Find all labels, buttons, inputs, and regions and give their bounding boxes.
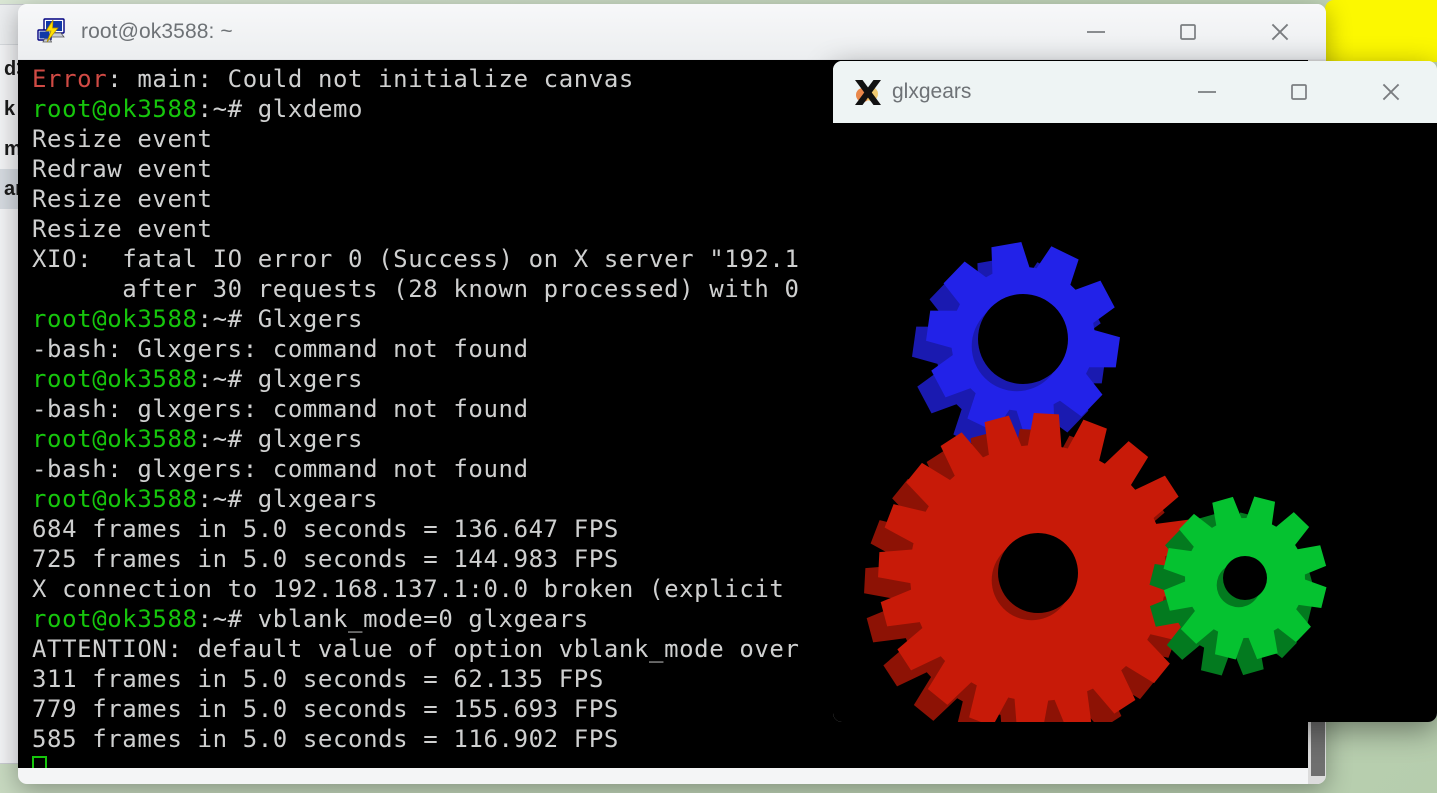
red-gear-hole [998, 533, 1078, 613]
terminal-window-controls [1050, 4, 1326, 59]
yellow-background-panel [1325, 0, 1437, 62]
terminal-line: -bash: glxgers: command not found [32, 394, 800, 424]
glxgears-title: glxgears [892, 80, 971, 104]
terminal-line: XIO: fatal IO error 0 (Success) on X ser… [32, 244, 800, 274]
terminal-text-segment: Error [32, 65, 107, 93]
terminal-cursor [32, 756, 47, 768]
glxgears-window[interactable]: glxgears [833, 61, 1437, 722]
glxgears-render-canvas[interactable] [833, 123, 1437, 722]
terminal-text-segment: : main: Could not initialize canvas [107, 65, 634, 93]
terminal-text-segment: Resize event [32, 125, 213, 153]
green-gear-hole [1223, 556, 1267, 600]
terminal-line: 585 frames in 5.0 seconds = 116.902 FPS [32, 724, 800, 754]
terminal-text-segment: ATTENTION: default value of option vblan… [32, 635, 800, 663]
terminal-line: root@ok3588:~# Glxgers [32, 304, 800, 334]
terminal-line: -bash: glxgers: command not found [32, 454, 800, 484]
terminal-line: -bash: Glxgers: command not found [32, 334, 800, 364]
terminal-line: root@ok3588:~# glxgers [32, 424, 800, 454]
terminal-close-button[interactable] [1234, 4, 1326, 59]
terminal-line: after 30 requests (28 known processed) w… [32, 274, 800, 304]
terminal-text-segment: :~# glxgers [198, 425, 364, 453]
terminal-maximize-button[interactable] [1142, 4, 1234, 59]
terminal-line: root@ok3588:~# glxdemo [32, 94, 800, 124]
blue-gear-hole [978, 294, 1068, 384]
terminal-line: Redraw event [32, 154, 800, 184]
terminal-text-segment: Redraw event [32, 155, 213, 183]
terminal-text-segment: :~# glxgers [198, 365, 364, 393]
terminal-title: root@ok3588: ~ [81, 20, 233, 44]
terminal-text-segment: root@ok3588 [32, 425, 198, 453]
terminal-line: Resize event [32, 124, 800, 154]
terminal-text-segment: 585 frames in 5.0 seconds = 116.902 FPS [32, 725, 619, 753]
terminal-line: 779 frames in 5.0 seconds = 155.693 FPS [32, 694, 800, 724]
terminal-text-segment: -bash: Glxgers: command not found [32, 335, 529, 363]
terminal-text-segment: 684 frames in 5.0 seconds = 136.647 FPS [32, 515, 619, 543]
terminal-line: X connection to 192.168.137.1:0.0 broken… [32, 574, 800, 604]
glxgears-window-controls [1161, 61, 1437, 123]
terminal-text-segment: :~# glxgears [198, 485, 379, 513]
terminal-text: Error: main: Could not initialize canvas… [32, 64, 800, 754]
terminal-text-segment: X connection to 192.168.137.1:0.0 broken… [32, 575, 800, 603]
terminal-text-segment: -bash: glxgers: command not found [32, 395, 529, 423]
terminal-titlebar[interactable]: root@ok3588: ~ [18, 4, 1326, 60]
terminal-text-segment: 779 frames in 5.0 seconds = 155.693 FPS [32, 695, 619, 723]
glxgears-minimize-button[interactable] [1161, 61, 1253, 123]
terminal-text-segment: root@ok3588 [32, 485, 198, 513]
terminal-text-segment: root@ok3588 [32, 305, 198, 333]
terminal-line: 725 frames in 5.0 seconds = 144.983 FPS [32, 544, 800, 574]
terminal-text-segment: -bash: glxgers: command not found [32, 455, 529, 483]
terminal-text-segment: 311 frames in 5.0 seconds = 62.135 FPS [32, 665, 604, 693]
putty-icon [37, 18, 67, 46]
terminal-line: root@ok3588:~# glxgers [32, 364, 800, 394]
blue-gear [912, 242, 1120, 452]
terminal-line: ATTENTION: default value of option vblan… [32, 634, 800, 664]
desktop-background: d> k m ar root@ok3588: ~ [0, 0, 1437, 793]
terminal-text-segment: XIO: fatal IO error 0 (Success) on X ser… [32, 245, 800, 273]
glxgears-close-button[interactable] [1345, 61, 1437, 123]
terminal-text-segment: after 30 requests (28 known processed) w… [32, 275, 800, 303]
terminal-line: Error: main: Could not initialize canvas [32, 64, 800, 94]
terminal-line: 684 frames in 5.0 seconds = 136.647 FPS [32, 514, 800, 544]
terminal-text-segment: :~# glxdemo [198, 95, 364, 123]
terminal-text-segment: :~# Glxgers [198, 305, 364, 333]
glxgears-maximize-button[interactable] [1253, 61, 1345, 123]
terminal-line: Resize event [32, 184, 800, 214]
terminal-text-segment: :~# vblank_mode=0 glxgears [198, 605, 589, 633]
terminal-text-segment: Resize event [32, 215, 213, 243]
red-gear [864, 413, 1198, 722]
terminal-scrollbar-thumb[interactable] [1311, 716, 1325, 776]
terminal-line: 311 frames in 5.0 seconds = 62.135 FPS [32, 664, 800, 694]
terminal-line: Resize event [32, 214, 800, 244]
terminal-text-segment: root@ok3588 [32, 95, 198, 123]
glxgears-titlebar[interactable]: glxgears [833, 61, 1437, 123]
terminal-text-segment: 725 frames in 5.0 seconds = 144.983 FPS [32, 545, 619, 573]
terminal-line: root@ok3588:~# vblank_mode=0 glxgears [32, 604, 800, 634]
terminal-line: root@ok3588:~# glxgears [32, 484, 800, 514]
terminal-text-segment: root@ok3588 [32, 365, 198, 393]
terminal-text-segment: Resize event [32, 185, 213, 213]
x11-logo-icon [852, 76, 884, 108]
terminal-text-segment: root@ok3588 [32, 605, 198, 633]
terminal-minimize-button[interactable] [1050, 4, 1142, 59]
